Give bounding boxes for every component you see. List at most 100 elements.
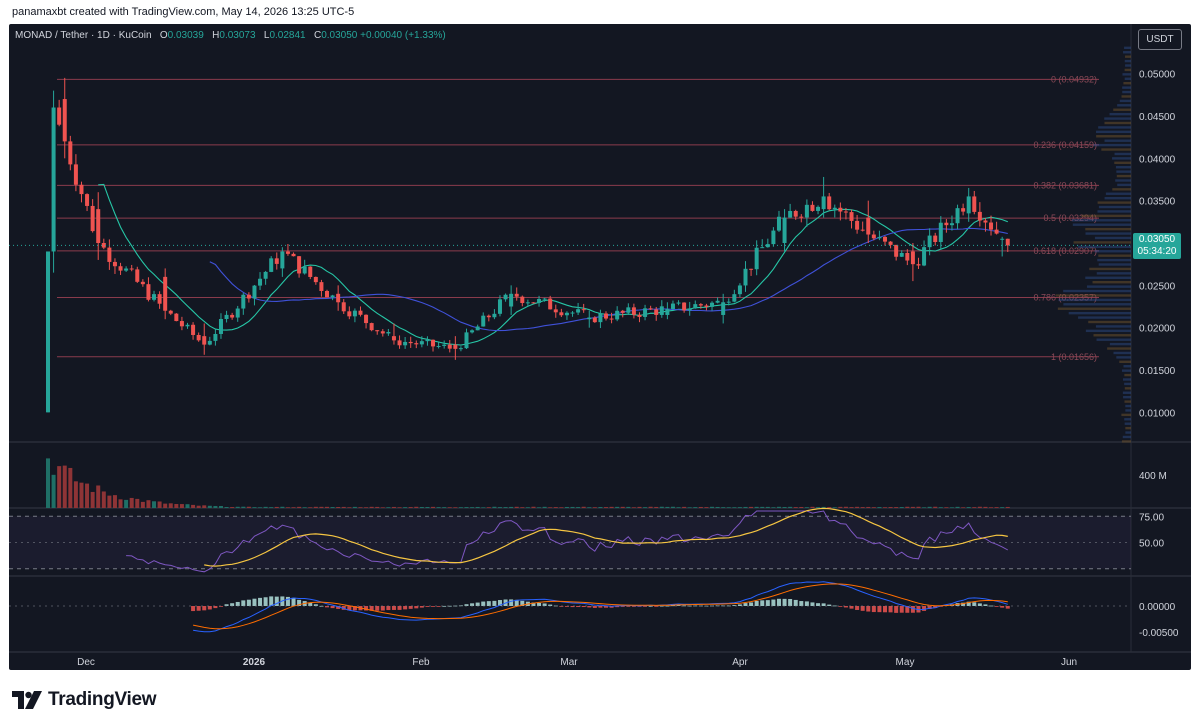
- volume-bar: [922, 507, 927, 508]
- volume-bar: [659, 506, 664, 508]
- volume-profile-bar: [1095, 325, 1131, 328]
- volume-profile-bar: [1123, 82, 1131, 85]
- candle-body: [135, 269, 140, 282]
- candle-body: [280, 251, 285, 269]
- rsi-axis-tick: 75.00: [1139, 512, 1164, 523]
- volume-bar: [291, 507, 296, 508]
- candle-body: [336, 293, 341, 303]
- chart-frame[interactable]: 0 (0.04932) 0.236 (0.04159) 0.382 (0.03681…: [9, 24, 1191, 670]
- volume-profile-bar: [1098, 126, 1131, 129]
- candle-body: [46, 251, 50, 413]
- candle-body: [721, 302, 726, 315]
- volume-bar: [620, 506, 625, 508]
- volume-bar: [687, 507, 692, 508]
- volume-bar: [118, 499, 123, 508]
- candle-body: [146, 284, 151, 300]
- volume-bar: [905, 506, 910, 508]
- candle-body: [631, 307, 636, 315]
- volume-bar: [838, 506, 843, 508]
- candle-body: [68, 141, 73, 165]
- volume-bar: [112, 495, 117, 508]
- volume-bar: [665, 506, 670, 508]
- volume-bar: [894, 507, 899, 508]
- macd-histogram-bar: [782, 598, 787, 606]
- candle-body: [832, 207, 837, 210]
- macd-histogram-bar: [263, 597, 268, 606]
- volume-bar: [860, 507, 865, 508]
- open-label: O: [159, 30, 168, 41]
- candle-body: [107, 247, 112, 262]
- candle-body: [570, 312, 575, 314]
- volume-bar: [782, 507, 787, 508]
- volume-bar: [938, 507, 943, 508]
- candle-body: [375, 330, 380, 332]
- candle-body: [754, 247, 759, 270]
- volume-bar: [486, 507, 491, 508]
- candle-body: [827, 196, 832, 210]
- candle-body: [966, 196, 971, 214]
- candle-body: [168, 310, 173, 314]
- candle-body: [431, 339, 436, 347]
- volume-bar: [470, 507, 475, 508]
- candle-body: [285, 251, 290, 254]
- macd-histogram-bar: [888, 606, 893, 613]
- candle-body: [525, 302, 530, 304]
- volume-profile-bar: [1123, 365, 1131, 368]
- candle-body: [419, 341, 424, 345]
- bar-countdown: 05:34:20: [1137, 246, 1177, 257]
- candle-body: [855, 220, 860, 230]
- volume-bar: [101, 491, 106, 508]
- candle-body: [509, 293, 514, 307]
- volume-bar: [1000, 507, 1005, 508]
- volume-bar: [615, 506, 620, 508]
- candle-body: [235, 308, 240, 318]
- macd-histogram-bar: [291, 597, 296, 606]
- candle-body: [425, 339, 430, 342]
- candle-body: [486, 315, 491, 318]
- macd-histogram-bar: [191, 606, 196, 612]
- volume-bar: [492, 506, 497, 508]
- candle-body: [883, 236, 887, 242]
- volume-profile-bar: [1122, 86, 1131, 89]
- macd-histogram-bar: [799, 601, 804, 606]
- volume-bar: [62, 465, 67, 508]
- macd-histogram-bar: [592, 606, 597, 608]
- candle-body: [497, 299, 502, 314]
- ma-teal-line: [98, 183, 1009, 346]
- volume-bar: [682, 506, 687, 508]
- tradingview-logo[interactable]: TradingView: [12, 688, 157, 712]
- volume-profile-bar: [1096, 272, 1131, 275]
- candle-body: [514, 293, 519, 297]
- volume-profile-bar: [1117, 104, 1131, 107]
- volume-bar: [631, 507, 636, 508]
- candle-body: [916, 264, 921, 266]
- macd-histogram-bar: [246, 599, 251, 606]
- macd-histogram-bar: [492, 600, 497, 606]
- volume-profile-bar: [1093, 143, 1131, 147]
- volume-profile-bar: [1124, 418, 1131, 421]
- volume-bar: [576, 507, 581, 508]
- volume-profile-bar: [1123, 395, 1131, 399]
- volume-bar: [637, 506, 642, 508]
- volume-profile-bar: [1077, 245, 1131, 249]
- currency-button[interactable]: USDT: [1138, 29, 1182, 50]
- chart-canvas[interactable]: 0 (0.04932) 0.236 (0.04159) 0.382 (0.03681…: [9, 24, 1191, 670]
- volume-bar: [330, 507, 335, 508]
- volume-profile-bar: [1124, 46, 1131, 50]
- volume-bar: [537, 507, 542, 508]
- change-value: +0.00040 (+1.33%): [360, 30, 446, 41]
- volume-bar: [899, 507, 904, 508]
- volume-bar: [743, 506, 748, 508]
- volume-profile-bar: [1097, 258, 1131, 262]
- candle-body: [626, 307, 631, 313]
- symbol-title[interactable]: MONAD / Tether · 1D · KuCoin: [15, 30, 152, 41]
- candle-body: [380, 331, 385, 334]
- volume-bar: [319, 506, 324, 508]
- candle-body: [799, 216, 804, 218]
- candle-body: [821, 196, 826, 210]
- volume-bar: [749, 506, 754, 508]
- macd-histogram-bar: [810, 602, 815, 606]
- candle-body: [933, 235, 938, 243]
- volume-profile-bar: [1124, 400, 1131, 403]
- high-value: 0.03073: [219, 30, 256, 41]
